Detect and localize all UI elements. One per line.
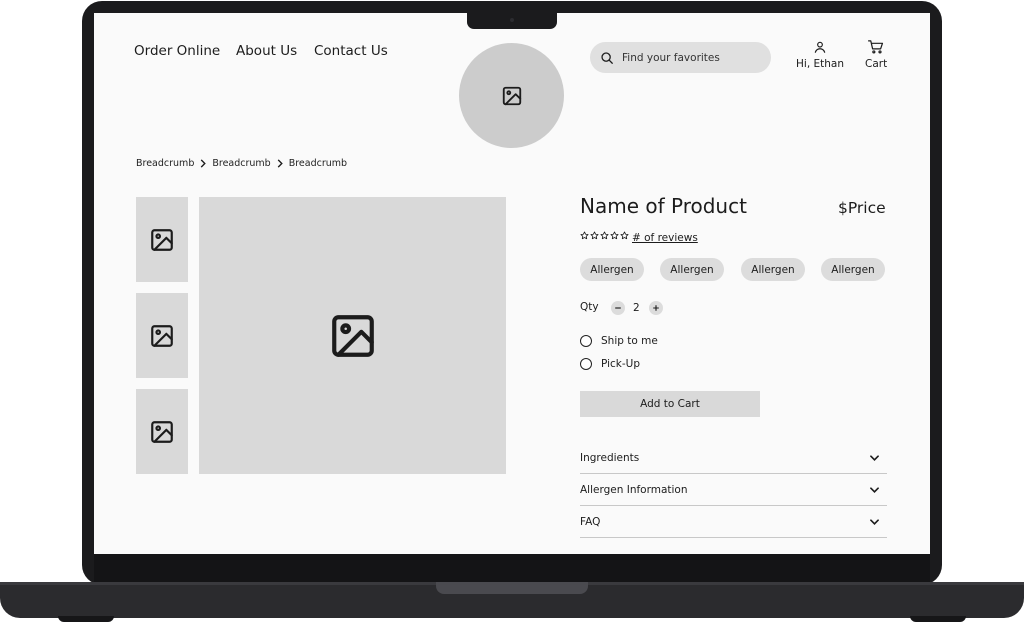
accordion-allergen-information[interactable]: Allergen Information: [580, 474, 887, 506]
star-outline-icon: [590, 231, 599, 240]
breadcrumb-item[interactable]: Breadcrumb: [136, 158, 194, 169]
nav-order-online[interactable]: Order Online: [134, 43, 220, 59]
user-icon: [814, 41, 826, 53]
laptop-hinge: [436, 582, 588, 594]
product-price: $Price: [838, 199, 886, 217]
star-outline-icon: [610, 231, 619, 240]
screen: Order Online About Us Contact Us Hi, Eth…: [94, 13, 930, 554]
radio-label: Ship to me: [601, 335, 658, 347]
product-name: Name of Product: [580, 194, 747, 218]
chevron-right-icon: [277, 159, 283, 168]
thumbnail-3[interactable]: [136, 389, 188, 474]
account-label: Hi, Ethan: [796, 58, 844, 70]
star-outline-icon: [600, 231, 609, 240]
search-input[interactable]: [622, 51, 762, 64]
rating-stars: [580, 231, 629, 240]
add-to-cart-button[interactable]: Add to Cart: [580, 391, 760, 417]
qty-label: Qty: [580, 301, 599, 313]
accordion-label: Allergen Information: [580, 483, 688, 496]
radio-label: Pick-Up: [601, 358, 641, 370]
radio-button[interactable]: [580, 358, 592, 370]
image-icon: [151, 420, 173, 443]
main-product-image[interactable]: [199, 197, 506, 474]
qty-increment-button[interactable]: [649, 301, 663, 315]
thumbnail-2[interactable]: [136, 293, 188, 378]
cart-button[interactable]: Cart: [865, 40, 887, 70]
image-icon: [151, 228, 173, 251]
minus-icon: [615, 307, 621, 309]
star-outline-icon: [580, 231, 589, 240]
plus-icon: [653, 305, 659, 311]
laptop-bezel: [94, 554, 930, 582]
allergen-chip[interactable]: Allergen: [821, 258, 885, 281]
camera-dot: [510, 18, 514, 22]
pick-up-option[interactable]: Pick-Up: [580, 358, 640, 370]
cart-label: Cart: [865, 58, 888, 70]
accordion-ingredients[interactable]: Ingredients: [580, 442, 887, 474]
radio-button[interactable]: [580, 335, 592, 347]
laptop-foot-right: [910, 616, 966, 622]
camera-notch: [467, 13, 557, 29]
reviews-link[interactable]: # of reviews: [632, 232, 698, 244]
chevron-right-icon: [200, 159, 207, 168]
allergen-chip[interactable]: Allergen: [580, 258, 644, 281]
image-icon: [331, 314, 374, 357]
chevron-down-icon: [870, 518, 879, 525]
qty-decrement-button[interactable]: [611, 301, 625, 315]
chevron-down-icon: [870, 486, 879, 493]
accordion-label: FAQ: [580, 515, 601, 528]
allergen-chip[interactable]: Allergen: [741, 258, 805, 281]
image-icon: [502, 86, 521, 105]
accordion-label: Ingredients: [580, 451, 640, 464]
star-outline-icon: [620, 231, 629, 240]
laptop-foot-left: [58, 616, 114, 622]
search-icon[interactable]: [600, 51, 614, 65]
allergen-chip[interactable]: Allergen: [660, 258, 724, 281]
nav-about-us[interactable]: About Us: [236, 43, 297, 59]
image-icon: [151, 324, 173, 347]
chevron-down-icon: [870, 454, 879, 461]
nav-contact-us[interactable]: Contact Us: [314, 43, 388, 59]
breadcrumb: Breadcrumb Breadcrumb Breadcrumb: [136, 158, 347, 169]
thumbnail-1[interactable]: [136, 197, 188, 282]
search-bar: [590, 42, 771, 73]
qty-value[interactable]: 2: [633, 302, 640, 314]
breadcrumb-item[interactable]: Breadcrumb: [289, 158, 347, 169]
logo-placeholder[interactable]: [459, 43, 564, 148]
account-button[interactable]: Hi, Ethan: [796, 40, 844, 70]
ship-to-me-option[interactable]: Ship to me: [580, 335, 658, 347]
accordion-faq[interactable]: FAQ: [580, 506, 887, 538]
cart-icon: [868, 40, 884, 54]
breadcrumb-item[interactable]: Breadcrumb: [212, 158, 270, 169]
